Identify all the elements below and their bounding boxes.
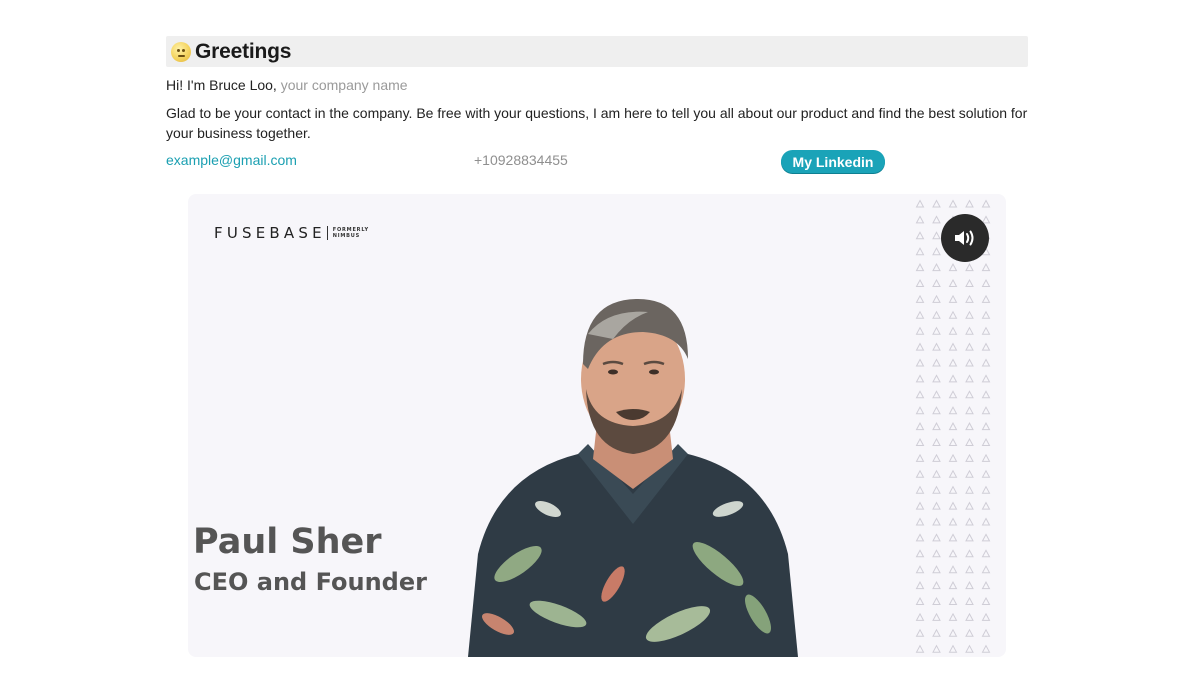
- presenter-video-frame: [468, 299, 798, 657]
- greetings-header: Greetings: [166, 36, 1028, 67]
- logo-wordmark: FUSEBASE: [214, 224, 326, 242]
- email-link[interactable]: example@gmail.com: [166, 152, 297, 168]
- description-text: Glad to be your contact in the company. …: [166, 105, 1028, 141]
- intro-line: Hi! I'm Bruce Loo, your company name: [166, 77, 408, 93]
- greetings-title: Greetings: [195, 39, 292, 63]
- company-name-placeholder[interactable]: your company name: [281, 77, 408, 93]
- sound-toggle-button[interactable]: [941, 214, 989, 262]
- linkedin-button[interactable]: My Linkedin: [781, 150, 885, 173]
- logo-subtitle: FORMERLY NIMBUS: [332, 227, 369, 239]
- presenter-role: CEO and Founder: [194, 568, 427, 596]
- phone-number[interactable]: +10928834455: [474, 152, 568, 168]
- video-player[interactable]: FUSEBASE FORMERLY NIMBUS Paul Sher CEO a…: [188, 194, 1006, 657]
- speaker-volume-icon: [955, 230, 974, 246]
- presenter-name: Paul Sher: [193, 522, 382, 562]
- fusebase-logo: FUSEBASE FORMERLY NIMBUS: [214, 224, 369, 242]
- intro-text: Hi! I'm Bruce Loo,: [166, 77, 277, 93]
- neutral-face-emoji-icon: [171, 41, 191, 62]
- triangle-pattern-decoration: [915, 199, 991, 653]
